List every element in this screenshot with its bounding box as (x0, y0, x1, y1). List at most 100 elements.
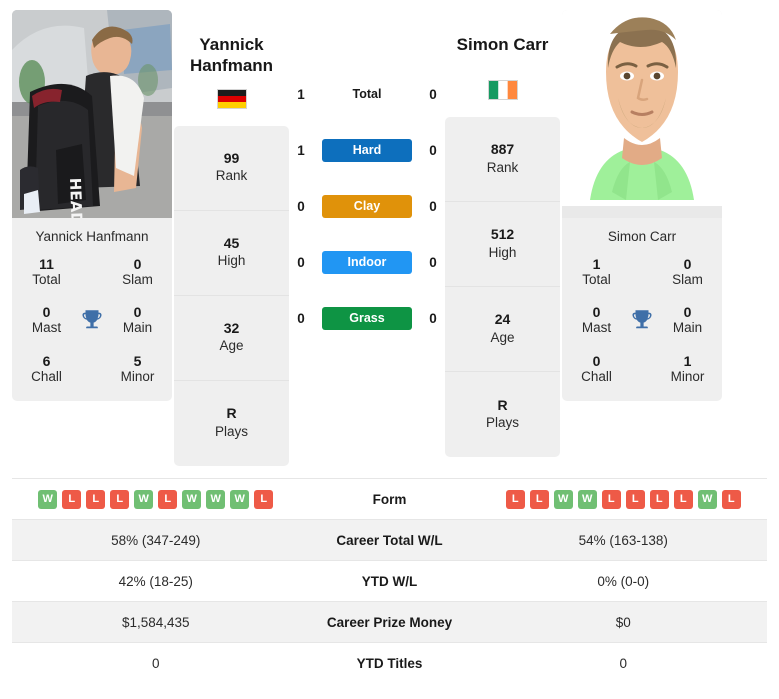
left-stat-high: 45 High (174, 211, 289, 296)
right-titles-mast-value: 0 (592, 304, 601, 321)
left-titles-main-value: 0 (133, 304, 142, 321)
right-player-photo-column: Simon Carr 1 Total 0 Slam 0 Mast 0 Main … (562, 10, 722, 401)
right-titles-chall-label: Chall (581, 368, 612, 384)
form-badge-win: W (553, 489, 573, 509)
right-titles-minor-value: 1 (683, 352, 692, 369)
left-titles-total-value: 11 (39, 256, 54, 272)
left-player-info-column: Yannick Hanfmann 99 Rank 45 High 32 Age (174, 10, 289, 466)
form-badge-loss: L (529, 489, 549, 509)
h2h-row-indoor: 0 Indoor 0 (291, 234, 443, 290)
left-ytd-wl: 42% (18-25) (118, 573, 193, 589)
left-player-name[interactable]: Yannick Hanfmann (190, 10, 273, 77)
h2h-row-grass: 0 Grass 0 (291, 290, 443, 346)
form-badge-win: W (38, 489, 58, 509)
right-stat-rank: 887 Rank (445, 117, 560, 202)
player-comparison-header: HEAD Yannick Hanfmann 11 Total 0 Slam 0 … (0, 0, 779, 478)
left-titles-main: 0 Main (109, 304, 166, 336)
surface-badge-grass[interactable]: Grass (322, 306, 412, 330)
h2h-clay-left: 0 (297, 198, 305, 214)
right-player-name[interactable]: Simon Carr (457, 10, 549, 68)
left-titles-mast: 0 Mast (18, 304, 75, 336)
h2h-indoor-left: 0 (297, 254, 305, 270)
h2h-total-left: 1 (297, 86, 305, 102)
right-titles-total-value: 1 (592, 256, 601, 272)
h2h-clay-right: 0 (429, 198, 437, 214)
left-titles-slam-value: 0 (133, 256, 142, 272)
left-player-photo[interactable]: HEAD (12, 10, 172, 218)
left-titles-chall: 6 Chall (18, 353, 75, 385)
right-form-cell: LLWWLLLLWL (480, 489, 768, 509)
right-stat-age-value: 24 (494, 311, 511, 328)
left-titles-total-label: Total (32, 272, 61, 288)
left-stat-plays: R Plays (174, 381, 289, 466)
right-titles-main-label: Main (672, 320, 703, 336)
right-titles-chall-value: 0 (592, 352, 601, 369)
table-row: 58% (347-249) Career Total W/L 54% (163-… (12, 519, 767, 560)
h2h-row-total: 1 Total 0 (291, 66, 443, 122)
left-form-strip: WLLLWLWWWL (38, 489, 274, 509)
left-titles-mast-value: 0 (42, 304, 51, 321)
right-stat-high-value: 512 (490, 226, 515, 243)
right-player-photo[interactable] (562, 10, 722, 218)
right-titles-slam-value: 0 (683, 256, 692, 272)
right-career-prize-money: $0 (615, 614, 631, 630)
right-stat-high-label: High (488, 244, 517, 260)
left-player-name-line2: Hanfmann (189, 56, 274, 76)
right-stat-high: 512 High (445, 202, 560, 287)
table-row-label: Career Total W/L (336, 532, 443, 548)
surface-badge-indoor[interactable]: Indoor (322, 250, 412, 274)
right-titles-slam-label: Slam (672, 272, 703, 288)
form-badge-win: W (206, 489, 226, 509)
left-stat-high-label: High (217, 253, 246, 269)
form-badge-loss: L (721, 489, 741, 509)
form-badge-loss: L (62, 489, 82, 509)
left-stat-plays-label: Plays (214, 423, 248, 439)
left-player-photo-column: HEAD Yannick Hanfmann 11 Total 0 Slam 0 … (12, 10, 172, 401)
left-titles-chall-value: 6 (42, 352, 51, 369)
right-titles-slam: 0 Slam (659, 256, 716, 288)
table-row: $1,584,435 Career Prize Money $0 (12, 601, 767, 642)
right-player-card[interactable]: Simon Carr 1 Total 0 Slam 0 Mast 0 Main … (562, 10, 722, 401)
left-stat-rank-value: 99 (223, 149, 240, 166)
left-player-name-line1: Yannick (199, 35, 264, 54)
surface-badge-clay[interactable]: Clay (322, 194, 412, 218)
form-badge-loss: L (601, 489, 621, 509)
left-stat-rank: 99 Rank (174, 126, 289, 211)
h2h-grass-left: 0 (297, 310, 305, 326)
left-ytd-titles: 0 (151, 655, 160, 671)
h2h-total-label: Total (352, 87, 382, 101)
h2h-indoor-right: 0 (429, 254, 437, 270)
left-player-card[interactable]: HEAD Yannick Hanfmann 11 Total 0 Slam 0 … (12, 10, 172, 401)
right-stat-plays: R Plays (445, 372, 560, 457)
right-titles-main: 0 Main (659, 304, 716, 336)
h2h-total-right: 0 (429, 86, 437, 102)
h2h-hard-right: 0 (429, 142, 437, 158)
left-stat-age-label: Age (219, 338, 244, 354)
right-titles-main-value: 0 (683, 304, 692, 321)
right-player-stat-card: 887 Rank 512 High 24 Age R Plays (445, 117, 560, 457)
left-stat-age-value: 32 (223, 319, 240, 336)
left-stat-high-value: 45 (223, 234, 240, 251)
right-stat-age-label: Age (490, 329, 515, 345)
right-titles-mast: 0 Mast (568, 304, 625, 336)
left-titles-slam-label: Slam (122, 272, 153, 288)
right-career-total-wl: 54% (163-138) (578, 532, 668, 548)
form-badge-loss: L (254, 489, 274, 509)
form-badge-loss: L (158, 489, 178, 509)
table-row-label: YTD W/L (361, 573, 418, 589)
right-titles-minor-label: Minor (670, 368, 705, 384)
form-badge-win: W (182, 489, 202, 509)
comparison-stats-table: WLLLWLWWWL Form LLWWLLLLWL 58% (347-249)… (0, 478, 779, 683)
table-row-label: Career Prize Money (326, 614, 453, 630)
table-row-label: YTD Titles (356, 655, 423, 671)
left-player-stat-card: 99 Rank 45 High 32 Age R Plays (174, 125, 289, 466)
left-titles-minor: 5 Minor (109, 353, 166, 385)
form-badge-win: W (230, 489, 250, 509)
table-row: 0 YTD Titles 0 (12, 642, 767, 683)
table-row: WLLLWLWWWL Form LLWWLLLLWL (12, 478, 767, 519)
surface-badge-hard[interactable]: Hard (322, 138, 412, 162)
left-stat-plays-value: R (226, 405, 237, 422)
left-stat-age: 32 Age (174, 296, 289, 381)
trophy-icon (75, 307, 109, 333)
right-form-strip: LLWWLLLLWL (505, 489, 741, 509)
